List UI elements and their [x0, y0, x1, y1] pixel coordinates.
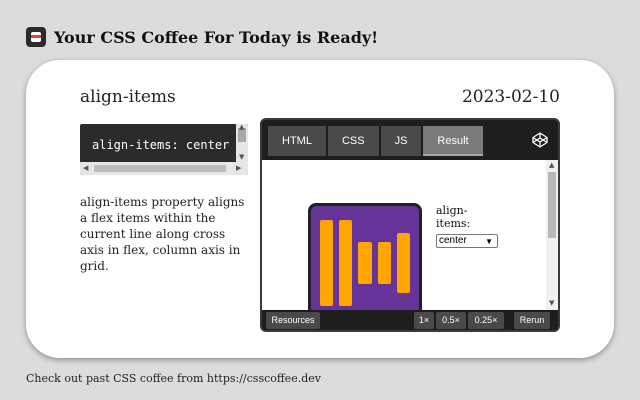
code-horizontal-scrollbar[interactable]: ◀ ▶ [80, 162, 248, 175]
property-name: align-items [80, 87, 176, 107]
header: Your CSS Coffee For Today is Ready! [26, 26, 378, 48]
resources-button[interactable]: Resources [266, 312, 320, 329]
coffee-cup-icon [26, 27, 46, 47]
tab-js[interactable]: JS [380, 126, 422, 156]
chevron-down-icon: ▼ [485, 237, 493, 246]
scroll-up-arrow-icon[interactable]: ▲ [239, 124, 244, 131]
code-text: align-items: center [92, 138, 230, 152]
code-snippet[interactable]: align-items: center ▲ ▼ ◀ ▶ [80, 124, 248, 175]
flex-item-5 [396, 233, 411, 293]
footer-text: Check out past CSS coffee from https://c… [26, 372, 321, 385]
editor-tabs: HTML CSS JS Result [268, 126, 485, 156]
select-value: center [439, 235, 467, 246]
property-description: align-items property aligns a flex items… [80, 195, 245, 273]
result-pane: align-items: center ▼ ▲ ▼ [262, 160, 558, 310]
tab-result[interactable]: Result [423, 126, 483, 156]
flex-container-demo [308, 203, 422, 310]
scroll-down-arrow-icon[interactable]: ▼ [549, 300, 554, 307]
codepen-icon[interactable] [532, 132, 548, 148]
codepen-embed: HTML CSS JS Result align-items: center ▼ [260, 118, 560, 332]
align-items-label: align-items: [436, 204, 471, 230]
post-date: 2023-02-10 [461, 87, 560, 107]
rerun-button[interactable]: Rerun [514, 312, 550, 329]
align-items-select[interactable]: center ▼ [436, 234, 498, 248]
tab-css[interactable]: CSS [327, 126, 379, 156]
result-scrollbar[interactable]: ▲ ▼ [546, 160, 558, 310]
tab-html[interactable]: HTML [268, 126, 326, 156]
code-vertical-scrollbar[interactable]: ▲ ▼ [236, 124, 248, 162]
page-title: Your CSS Coffee For Today is Ready! [54, 27, 379, 47]
zoom-0-5x-button[interactable]: 0.5× [436, 312, 466, 329]
zoom-0-25x-button[interactable]: 0.25× [468, 312, 504, 329]
scroll-left-arrow-icon[interactable]: ◀ [83, 165, 88, 172]
flex-item-4 [377, 242, 391, 284]
flex-item-1 [320, 220, 334, 306]
flex-item-2 [339, 220, 353, 306]
embed-bottom-bar: Resources 1× 0.5× 0.25× Rerun [262, 310, 558, 330]
coffee-card: align-items 2023-02-10 align-items: cent… [26, 60, 614, 358]
zoom-1x-button[interactable]: 1× [414, 312, 434, 329]
scroll-up-arrow-icon[interactable]: ▲ [549, 162, 554, 169]
flex-item-3 [358, 242, 372, 284]
scroll-down-arrow-icon[interactable]: ▼ [239, 154, 244, 161]
scroll-right-arrow-icon[interactable]: ▶ [236, 165, 241, 172]
